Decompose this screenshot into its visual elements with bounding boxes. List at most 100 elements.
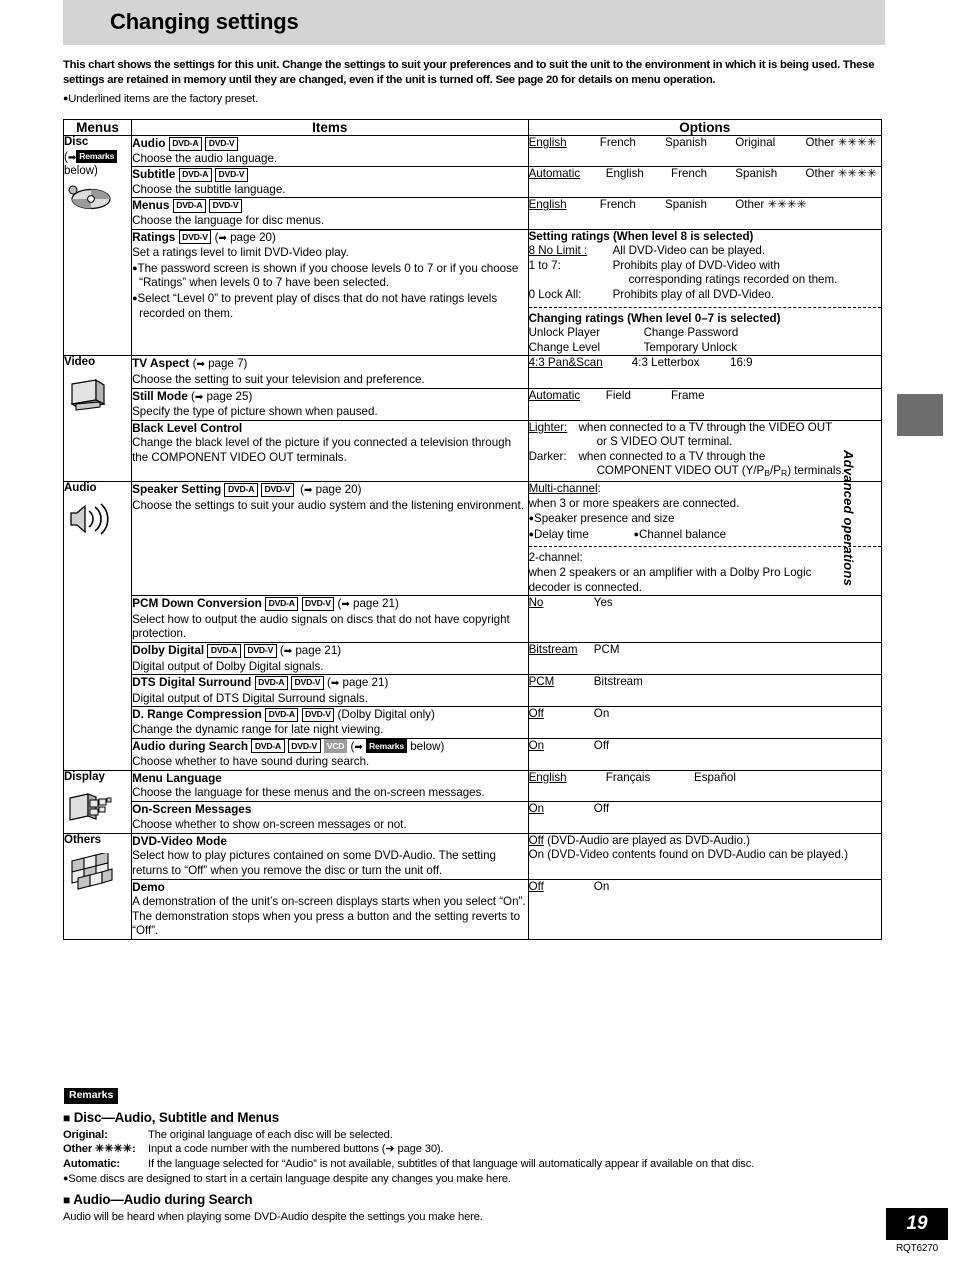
dvd-a-badge: DVD-A [207,643,241,658]
option[interactable]: Español [694,771,736,786]
option-default[interactable]: 4:3 Pan&Scan [529,356,629,371]
item-cell-audio: Audio DVD-A DVD-V Choose the audio langu… [131,134,529,168]
item-title: Ratings [132,229,176,244]
option-default[interactable]: On [529,739,591,754]
option-default[interactable]: English [529,198,597,213]
vcd-badge: VCD [323,739,348,753]
option[interactable]: On [594,880,609,895]
item-cell-d-range-compression: D. Range Compression DVD-A DVD-V (Dolby … [131,706,529,739]
options-cell-dvd-video-mode: Off (DVD-Audio are played as DVD-Audio.)… [527,832,883,880]
option[interactable]: Off [594,802,609,817]
remarks-text: Input a code number with the numbered bu… [148,1143,444,1156]
option-default[interactable]: Off [529,707,591,722]
option-bullet: ●Speaker presence and size [529,511,881,527]
option-default[interactable]: No [529,596,591,611]
option[interactable]: On [594,707,609,722]
rating-action[interactable]: Unlock Player [529,326,644,341]
rating-label[interactable]: 1 to 7: [529,259,613,274]
option[interactable]: English [606,167,668,182]
item-cell-dvd-video-mode: DVD-Video Mode Select how to play pictur… [131,832,529,880]
page-title: Changing settings [110,9,299,34]
dvd-a-badge: DVD-A [254,675,288,690]
option-default[interactable]: Off [529,834,544,847]
option-default[interactable]: Automatic [529,167,603,182]
rating-action[interactable]: Change Level [529,341,644,356]
option[interactable]: Darker: [529,450,579,465]
option-default[interactable]: On [529,802,591,817]
dvd-v-badge: DVD-V [260,482,294,497]
remarks-plain: Audio will be heard when playing some DV… [63,1210,483,1223]
option[interactable]: Spanish [735,167,802,182]
remarks-ref: (➡ Remarks below) [350,739,445,753]
option[interactable]: Bitstream [594,675,643,690]
remarks-heading-text: Disc—Audio, Subtitle and Menus [73,1110,279,1125]
col-header-items: Items [131,119,529,136]
item-cell-menus: Menus DVD-A DVD-V Choose the language fo… [131,197,529,230]
item-bullet-text: The password screen is shown if you choo… [137,261,519,290]
option[interactable]: Yes [594,596,613,611]
col-header-menus: Menus [62,119,133,136]
item-description: Choose the language for disc menus. [132,213,325,227]
item-description: Digital output of Dolby Digital signals. [132,659,324,673]
option[interactable]: Other ✳✳✳✳ [806,136,877,151]
option-bullet-pair: ●Delay time ●Channel balance [529,527,881,543]
rating-action[interactable]: Temporary Unlock [644,341,737,356]
page-ref-text: page 25 [206,389,249,403]
item-cell-black-level: Black Level Control Change the black lev… [131,419,529,483]
rating-label[interactable]: 8 No Limit : [529,244,613,259]
option-default[interactable]: Off [529,880,591,895]
item-cell-pcm-down-conversion: PCM Down Conversion DVD-A DVD-V (➡ page … [131,595,529,643]
options-cell-still-mode: Automatic Field Frame [527,387,883,421]
option[interactable]: Original [735,136,802,151]
option-default[interactable]: PCM [529,675,591,690]
dvd-v-badge: DVD-V [291,675,324,690]
option-text: or S VIDEO OUT terminal. [596,435,733,449]
rating-label[interactable]: 0 Lock All: [529,288,613,303]
item-description: Choose whether to show on-screen message… [132,817,407,831]
option-bullet-text: Channel balance [639,527,727,541]
option[interactable]: On [529,848,544,861]
option-heading[interactable]: 2-channel: [529,551,881,566]
item-cell-menu-language: Menu Language Choose the language for th… [131,769,529,803]
table-row: Menus DVD-A DVD-V Choose the language fo… [64,197,883,230]
dvd-v-badge: DVD-V [301,707,335,722]
page-ref: (➡ page 7) [192,357,248,371]
dvd-a-badge: DVD-A [168,136,202,151]
option[interactable]: Other ✳✳✳✳ [806,167,877,182]
options-cell-ratings: Setting ratings (When level 8 is selecte… [527,228,883,357]
item-description: Choose the language for these menus and … [132,786,485,800]
option[interactable]: French [600,198,662,213]
option[interactable]: Off [594,739,609,754]
option[interactable]: Other ✳✳✳✳ [735,198,806,213]
option[interactable]: French [671,167,732,182]
arrow-icon: ➡ [196,359,205,371]
square-bullet-icon: ■ [63,1192,71,1207]
option[interactable]: Field [606,389,668,404]
dvd-v-badge: DVD-V [215,167,248,182]
option[interactable]: Frame [671,389,705,404]
item-title: DVD-Video Mode [132,833,227,848]
option-default[interactable]: English [529,136,597,151]
menu-group-others: Others [62,832,133,940]
rating-text: All DVD-Video can be played. [612,244,766,258]
paren-note: (Dolby Digital only) [337,708,435,722]
option[interactable]: Spanish [665,198,732,213]
option-default[interactable]: English [529,771,603,786]
option[interactable]: 4:3 Letterbox [632,356,727,371]
options-cell-subtitle: Automatic English French Spanish Other ✳… [527,166,883,199]
option[interactable]: PCM [594,643,620,658]
option-default[interactable]: Automatic [529,389,603,404]
option-default[interactable]: Bitstream [529,643,591,658]
rating-action[interactable]: Change Password [644,326,739,341]
dvd-a-badge: DVD-A [224,482,258,497]
options-cell-black-level: Lighter: when connected to a TV through t… [527,419,883,483]
page-ref-text: page 20 [315,483,358,497]
option[interactable]: 16:9 [730,356,753,371]
option-default[interactable]: Multi-channel [529,482,598,495]
dvd-v-badge: DVD-V [287,739,321,754]
page-ref: (➡ page 20) [214,230,276,244]
option[interactable]: Spanish [665,136,732,151]
option-default[interactable]: Lighter: [529,421,579,436]
option[interactable]: Français [606,771,691,786]
option[interactable]: French [600,136,662,151]
